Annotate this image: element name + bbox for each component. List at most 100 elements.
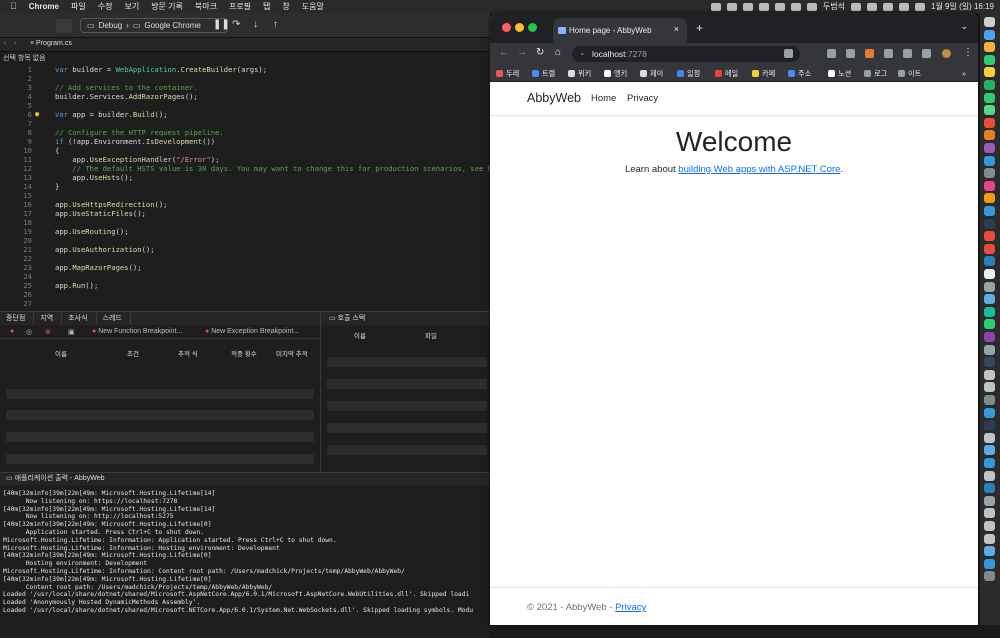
dock-app-icon[interactable] [984,80,995,90]
column-last-trace[interactable]: 미지막 추적 [276,348,308,358]
dock-app-icon[interactable] [984,269,995,279]
dock-app-icon[interactable] [984,206,995,216]
line-number[interactable]: 1 [12,65,32,74]
line-number[interactable]: 18 [12,218,32,227]
site-info-icon[interactable]: ⌄ [579,48,586,57]
code-line[interactable]: 15 [0,191,490,200]
column-condition[interactable]: 조건 [127,348,139,358]
lightbulb-icon[interactable]: ● [35,110,39,118]
code-line[interactable]: 8 // Configure the HTTP request pipeline. [0,128,490,137]
code-line[interactable]: 17 app.UseStaticFiles(); [0,209,490,218]
bookmark-item[interactable]: 주소 [788,69,811,79]
dock-app-icon[interactable] [984,395,995,405]
line-number[interactable]: 8 [12,128,32,137]
menu-file[interactable]: 파일 [65,0,92,13]
dock-app-icon[interactable] [984,332,995,342]
line-number[interactable]: 22 [12,254,32,263]
bookmark-item[interactable]: 엥키 [604,69,627,79]
new-function-breakpoint-button[interactable]: ● New Function Breakpoint... [92,328,182,335]
more-bookmarks-icon[interactable]: » [962,69,966,78]
control-center-icon[interactable] [915,2,925,11]
line-number[interactable]: 14 [12,182,32,191]
code-line[interactable]: 25 app.Run(); [0,281,490,290]
menu-view[interactable]: 보기 [118,0,145,13]
output-log[interactable]: [40m[32minfo[39m[22m[49m: Microsoft.Host… [3,490,490,635]
line-number[interactable]: 24 [12,272,32,281]
close-window-button[interactable] [502,23,511,32]
zoom-window-button[interactable] [528,23,537,32]
dock-app-icon[interactable] [984,17,995,27]
code-line[interactable]: 27 [0,299,490,308]
tray-user-name[interactable]: 두범석 [823,1,845,12]
line-number[interactable]: 27 [12,299,32,308]
dock-app-icon[interactable] [984,495,995,506]
line-number[interactable]: 5 [12,101,32,110]
line-number[interactable]: 3 [12,83,32,92]
bookmark-item[interactable]: 카페 [752,69,775,79]
stop-button[interactable] [56,19,72,33]
code-line[interactable]: 7 [0,119,490,128]
dock-app-icon[interactable] [984,29,995,40]
dock-app-icon[interactable] [984,143,995,153]
column-trace[interactable]: 추적 식 [178,348,198,358]
share-icon[interactable] [784,49,793,58]
line-number[interactable]: 10 [12,146,32,155]
code-line[interactable]: 6 ● var app = builder.Build(); [0,110,490,119]
column-file[interactable]: 파일 [425,330,437,340]
dock-app-icon[interactable] [984,357,995,368]
bookmark-item[interactable]: 위키 [568,69,591,79]
line-number[interactable]: 11 [12,155,32,164]
code-line[interactable]: 21 app.UseAuthorization(); [0,245,490,254]
bookmark-item[interactable]: 메일 [715,69,738,79]
dock-app-icon[interactable] [984,294,995,305]
dock-app-icon[interactable] [984,533,995,544]
column-name[interactable]: 이름 [354,330,366,340]
dock-app-icon[interactable] [984,319,995,330]
breadcrumb[interactable]: 선택 항목 없음 [0,52,490,65]
code-line[interactable]: 18 [0,218,490,227]
dock-app-icon[interactable] [984,281,995,292]
line-number[interactable]: 7 [12,119,32,128]
line-number[interactable]: 25 [12,281,32,290]
menu-clock[interactable]: 1월 9일 (일) 16:19 [931,1,994,12]
bookmark-item[interactable]: 두레 [496,69,519,79]
back-icon[interactable]: ← [499,47,509,58]
dock-app-icon[interactable] [984,508,995,519]
aspnet-docs-link[interactable]: building Web apps with ASP.NET Core [678,164,840,175]
menu-window[interactable]: 창 [276,0,295,13]
code-line[interactable]: 22 [0,254,490,263]
properties-icon[interactable]: ▣ [68,328,75,336]
bookmark-item[interactable]: 제이 [640,69,663,79]
line-number[interactable]: 12 [12,164,32,173]
line-number[interactable]: 23 [12,263,32,272]
network-icon[interactable] [774,2,785,11]
dropbox-icon[interactable] [758,2,769,11]
footer-privacy-link[interactable]: Privacy [615,602,646,613]
code-line[interactable]: 4 builder.Services.AddRazorPages(); [0,92,490,101]
bookmark-item[interactable]: 노션 [828,69,851,79]
code-line[interactable]: 10 { [0,146,490,155]
dock-app-icon[interactable] [984,470,995,481]
line-number[interactable]: 21 [12,245,32,254]
menu-edit[interactable]: 수정 [92,0,119,13]
wifi-icon[interactable] [883,2,893,11]
tab-watch[interactable]: 조사식 [62,312,97,325]
dock-app-icon[interactable] [984,558,995,569]
bookmark-item[interactable]: 로그 [864,69,887,79]
dock-app-icon[interactable] [984,42,995,53]
code-line[interactable]: 3 // Add services to the container. [0,83,490,92]
tab-threads[interactable]: 스레드 [97,312,131,325]
code-line[interactable]: 24 [0,272,490,281]
dock-app-icon[interactable] [984,407,995,418]
dock-app-icon[interactable] [984,546,995,557]
tab-program-cs[interactable]: × Program.cs [30,40,72,47]
dock-app-icon[interactable] [984,445,995,456]
dock-app-icon[interactable] [984,256,995,267]
tab-call-stack[interactable]: ▭ 호출 스택 [321,312,491,325]
step-into-icon[interactable]: ↓ [253,19,258,30]
run-configuration-selector[interactable]: ▭ Debug › ▭ Google Chrome [80,18,228,33]
profile-avatar[interactable] [942,49,951,58]
line-number[interactable]: 20 [12,236,32,245]
dock-app-icon[interactable] [984,458,995,468]
dock-app-icon[interactable] [984,155,995,166]
